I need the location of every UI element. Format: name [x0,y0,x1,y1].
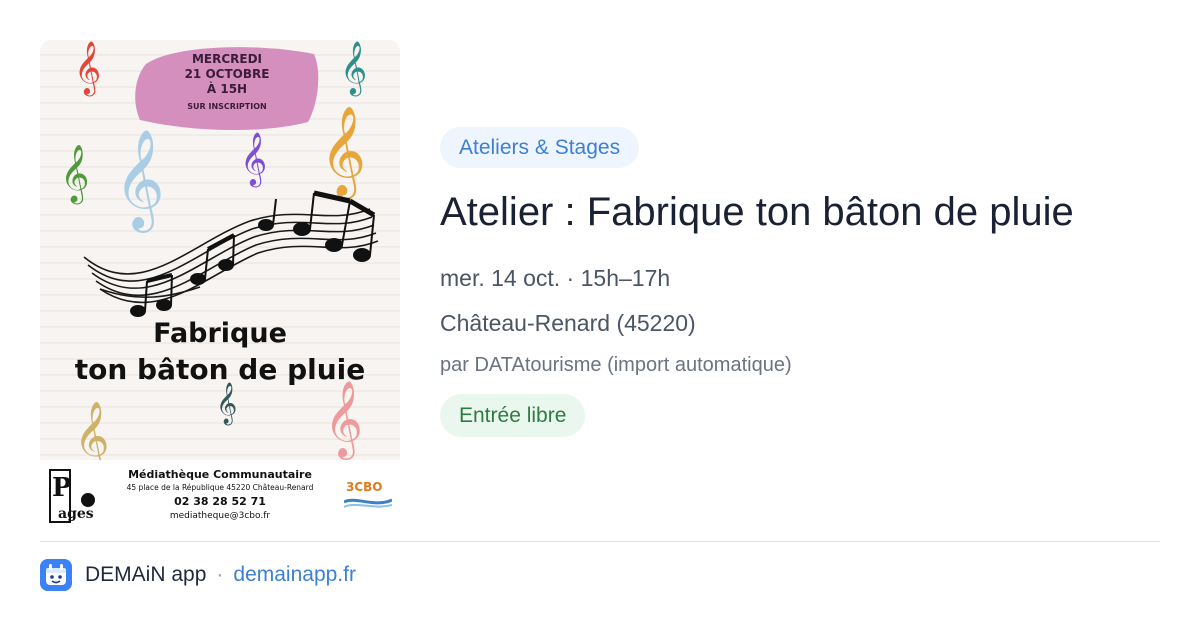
event-title[interactable]: Atelier : Fabrique ton bâton de pluie [440,186,1180,238]
category-badge[interactable]: Ateliers & Stages [440,127,640,168]
footer-separator: · [216,563,224,586]
treble-clef-icon: 𝄞 [74,401,110,471]
site-link[interactable]: demainapp.fr [233,563,356,587]
treble-clef-icon: 𝄞 [240,131,268,185]
app-name: DEMAiN app [85,563,207,586]
event-location: Château-Renard (45220) [440,310,696,336]
treble-clef-icon: 𝄞 [216,383,238,424]
poster-date: MERCREDI 21 OCTOBRE À 15H SUR INSCRIPTIO… [184,52,270,111]
event-image[interactable]: MERCREDI 21 OCTOBRE À 15H SUR INSCRIPTIO… [40,40,400,530]
treble-clef-icon: 𝄞 [324,380,364,457]
footer: DEMAiN app · demainapp.fr [40,558,356,592]
app-logo-icon [40,559,72,591]
treble-clef-icon: 𝄞 [340,40,368,94]
event-source: par DATAtourisme (import automatique) [440,354,792,376]
price-badge: Entrée libre [440,394,586,437]
treble-clef-icon: 𝄞 [74,40,102,94]
3cbo-logo: 3CBO [340,480,396,516]
svg-text:ages: ages [58,506,94,522]
organizer-info: Médiathèque Communautaire 45 place de la… [126,468,314,521]
pas-a-pages-logo: P ages [49,469,95,523]
treble-clef-icon: 𝄞 [320,106,367,196]
svg-text:P: P [52,473,72,503]
music-staff-illustration [83,190,379,317]
event-date-time: mer. 14 oct. · 15h–17h [440,265,671,291]
poster-title: Fabrique ton bâton de pluie [74,318,366,386]
divider [40,541,1160,542]
